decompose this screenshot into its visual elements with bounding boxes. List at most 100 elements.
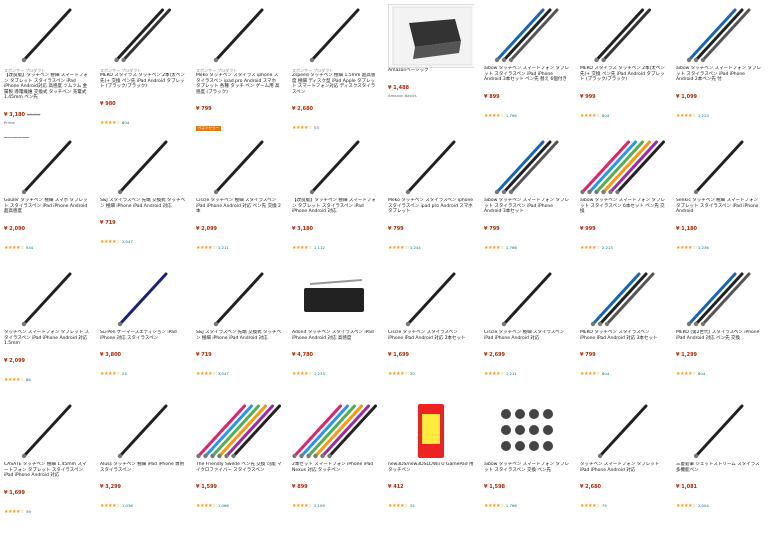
- rating-row[interactable]: ★★★★☆ 53: [292, 114, 378, 133]
- product-image-box[interactable]: [100, 400, 186, 462]
- product-image-box[interactable]: [676, 400, 762, 462]
- product-image[interactable]: [100, 400, 186, 462]
- product-title[interactable]: S&J スタイラスペン 先端 交換式 タッチペン 極細 iPhone iPad …: [100, 198, 186, 209]
- product-card[interactable]: S&J スタイラスペン 先端 交換式 タッチペン 極細 iPhone iPad …: [196, 268, 282, 402]
- rating-row[interactable]: ★★★★☆ 75: [580, 492, 666, 511]
- review-count[interactable]: 2,004: [698, 503, 709, 508]
- product-image[interactable]: [292, 400, 378, 462]
- product-image[interactable]: [388, 136, 474, 198]
- product-image[interactable]: [4, 268, 90, 330]
- product-card[interactable]: aibow タッチペン スマートフォン タブレット スタイラスペン 交換 ペン先…: [484, 400, 570, 534]
- product-image[interactable]: [580, 268, 666, 330]
- product-title[interactable]: 2本セット スマートフォン iPhone iPad Nexus 対応 タッチペン: [292, 462, 378, 473]
- rating-row[interactable]: ★★★★☆ 2,109: [292, 492, 378, 511]
- product-card[interactable]: MEKO スタイラス タッチペン 2本(太ペン先)+ 交換 ペン先 iPad A…: [580, 4, 666, 138]
- product-title[interactable]: Gouler タッチペン 極細 スマホ タブレット スタイラスペン iPad i…: [4, 198, 90, 215]
- product-card[interactable]: aibow タッチペン スマートフォン タブレット スタイラスペン iPad i…: [676, 4, 762, 138]
- product-image-box[interactable]: [580, 4, 666, 66]
- product-title[interactable]: MEKO タッチペン スタイラスペン iPhone iPad Android 対…: [580, 330, 666, 341]
- review-count[interactable]: 1,036: [122, 503, 133, 508]
- product-image-box[interactable]: [580, 268, 666, 330]
- product-card[interactable]: 【改良版】タッチペン 極細 スマートフォン タブレット スタイラスペン iPad…: [292, 136, 378, 270]
- rating-row[interactable]: ★★★★☆ 24: [100, 360, 186, 379]
- product-image[interactable]: [100, 4, 186, 66]
- product-card[interactable]: new3DS/new3DSLL/Wii U GamePad 用 タッチペン ¥ 4…: [388, 400, 474, 534]
- product-image[interactable]: [4, 136, 90, 198]
- product-image-box[interactable]: [292, 136, 378, 198]
- rating-row[interactable]: ★★★★☆ 39: [4, 498, 90, 517]
- rating-row[interactable]: ★★★★☆ 1,211: [484, 360, 570, 379]
- product-image-box[interactable]: [100, 268, 186, 330]
- product-image-box[interactable]: [196, 400, 282, 462]
- product-image-box[interactable]: [4, 400, 90, 462]
- product-image-box[interactable]: [292, 268, 378, 330]
- product-title[interactable]: aibow タッチペン スマートフォン タブレット スタイラスペン 交換 ペン先: [484, 462, 570, 473]
- review-count[interactable]: 1,066: [218, 503, 229, 508]
- rating-row[interactable]: ★★★★☆ 804: [580, 360, 666, 379]
- product-image-box[interactable]: [292, 400, 378, 462]
- product-image-box[interactable]: [4, 4, 90, 66]
- product-title[interactable]: CASATE タッチペン 極細 1.45mm スマートフォン タブレット スタイ…: [4, 462, 90, 479]
- product-title[interactable]: タッチペン スマートフォン タブレット iPad iPhone Android …: [580, 462, 666, 473]
- product-image[interactable]: [484, 400, 570, 462]
- review-count[interactable]: 1,766: [506, 113, 517, 118]
- rating-row[interactable]: ★★★★☆ 1,766: [484, 492, 570, 511]
- product-card[interactable]: S&J スタイラスペン 先端 交換式 タッチペン 極細 iPhone iPad …: [100, 136, 186, 270]
- product-title[interactable]: 【改良版】タッチペン 極細 スマートフォン タブレット スタイラスペン iPad…: [292, 198, 378, 215]
- rating-row[interactable]: ★★★★☆ 1,066: [196, 492, 282, 511]
- rating-row[interactable]: ★★★★☆ 2,047: [100, 228, 186, 247]
- product-title[interactable]: タッチペン スマートフォン タブレット スタイラスペン iPad iPhone …: [4, 330, 90, 347]
- product-image-box[interactable]: [388, 136, 474, 198]
- product-image-box[interactable]: [292, 4, 378, 66]
- product-image-box[interactable]: [580, 136, 666, 198]
- review-count[interactable]: 804: [122, 120, 129, 125]
- review-count[interactable]: 75: [602, 503, 607, 508]
- review-count[interactable]: 2,047: [218, 371, 229, 376]
- product-image[interactable]: [388, 400, 474, 462]
- product-image-box[interactable]: [484, 400, 570, 462]
- review-count[interactable]: 1,211: [506, 371, 517, 376]
- product-image[interactable]: [100, 136, 186, 198]
- product-card[interactable]: aibow タッチペン スマートフォン タブレット スタイラスペン iPad i…: [484, 136, 570, 270]
- product-title[interactable]: Meko タッチペン スタイラスペン iphone スタイラスペン ipad p…: [388, 198, 474, 215]
- product-image[interactable]: [292, 268, 378, 330]
- product-image[interactable]: [580, 136, 666, 198]
- product-card[interactable]: Senkic タッチペン 極細 スマートフォン タブレット スタイラスペン iP…: [676, 136, 762, 270]
- review-count[interactable]: 1,236: [698, 245, 709, 250]
- review-count[interactable]: 1,211: [218, 245, 229, 250]
- product-title[interactable]: The Friendly Swede ペン先 交換 可能 マイクロファイバー ス…: [196, 462, 282, 473]
- rating-row[interactable]: ★★★★☆ 2,213: [580, 234, 666, 253]
- product-title[interactable]: Adonit タッチペン スタイラスペン iPad iPhone Android…: [292, 330, 378, 341]
- rating-row[interactable]: ★★★★☆ 30: [388, 360, 474, 379]
- product-card[interactable]: スポンサー プロダクト MEKO スタイラス タッチペン 2本(太ペン先)+ 交換…: [100, 4, 186, 138]
- product-card[interactable]: スポンサー プロダクト Meko タッチペン スタイラス iphone スタイラス…: [196, 4, 282, 138]
- product-image[interactable]: [484, 136, 570, 198]
- product-card[interactable]: aibow タッチペン スマートフォン タブレット スタイラスペン iPad i…: [484, 4, 570, 138]
- rating-row[interactable]: ★★★★☆1,244: [388, 234, 474, 253]
- rating-row[interactable]: ★★★★☆ 2,047: [196, 360, 282, 379]
- product-image-box[interactable]: [4, 136, 90, 198]
- product-title[interactable]: S&J スタイラスペン 先端 交換式 タッチペン 極細 iPhone iPad …: [196, 330, 282, 341]
- product-card[interactable]: Meko タッチペン スタイラスペン iphone スタイラスペン ipad p…: [388, 136, 474, 270]
- review-count[interactable]: 804: [698, 371, 705, 376]
- product-card[interactable]: The Friendly Swede ペン先 交換 可能 マイクロファイバー ス…: [196, 400, 282, 534]
- rating-row[interactable]: ★★★★☆ 804: [580, 102, 666, 121]
- product-title[interactable]: aibow タッチペン スマートフォン タブレット スタイラスペン 6本セット …: [580, 198, 666, 215]
- rating-row[interactable]: ★★★★☆ 1,036: [100, 492, 186, 511]
- product-card[interactable]: Ciscle タッチペン 極細 スタイラスペン iPad iPhone Andr…: [484, 268, 570, 402]
- product-image-box[interactable]: [484, 136, 570, 198]
- product-image[interactable]: [4, 400, 90, 462]
- product-image-box[interactable]: [100, 136, 186, 198]
- product-title[interactable]: Ciscle タッチペン 極細 スタイラスペン iPad iPhone Andr…: [196, 198, 282, 215]
- product-image[interactable]: [196, 4, 282, 66]
- product-image-box[interactable]: [676, 4, 762, 66]
- product-card[interactable]: Aluss タッチペン 極細 iPad iPhone 専用 スタイラスペン ¥ 3…: [100, 400, 186, 534]
- product-image-box[interactable]: [388, 268, 474, 330]
- rating-row[interactable]: ★★★★☆ 88: [4, 366, 90, 385]
- product-image[interactable]: [484, 268, 570, 330]
- product-image[interactable]: [292, 4, 378, 66]
- review-count[interactable]: 53: [314, 125, 319, 130]
- product-title[interactable]: new3DS/new3DSLL/Wii U GamePad 用 タッチペン: [388, 462, 474, 473]
- product-title[interactable]: MEKO スタイラス タッチペン 2本(太ペン先)+ 交換 ペン先 iPad A…: [580, 66, 666, 83]
- rating-row[interactable]: ★★★★☆ 1,223: [676, 102, 762, 121]
